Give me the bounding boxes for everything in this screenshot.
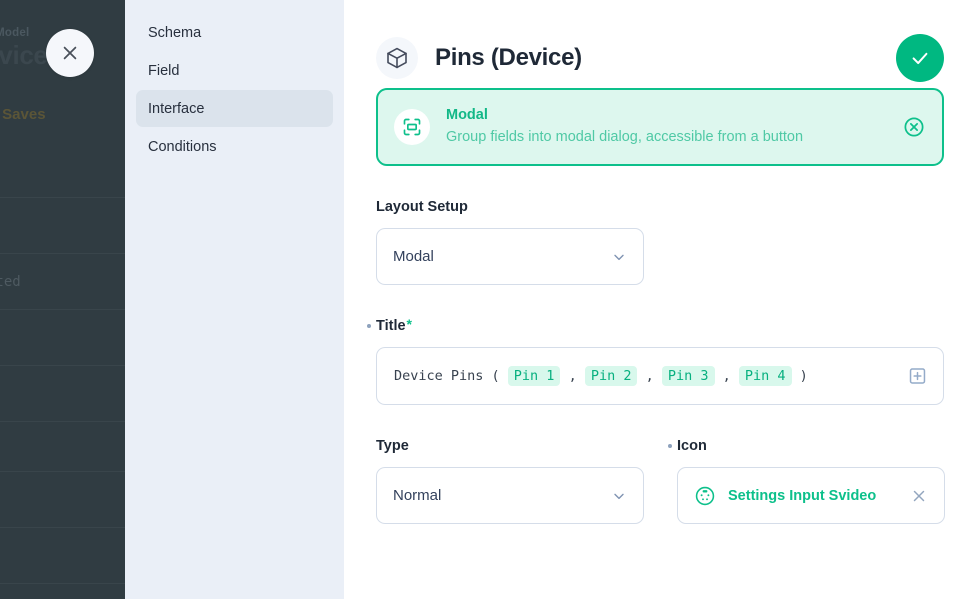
confirm-button[interactable] [896,33,944,82]
selected-interface-card[interactable]: Modal Group fields into modal dialog, ac… [376,88,944,166]
layout-setup-select[interactable]: Modal [376,228,644,285]
required-asterisk: * [406,316,412,332]
type-label-text: Type [376,438,409,454]
title-text-segment: , [560,368,585,384]
title-text-segment: , [637,368,662,384]
icon-value: Settings Input Svideo [728,487,877,504]
title-token[interactable]: Pin 2 [584,366,638,386]
title-token[interactable]: Pin 3 [661,366,715,386]
plus-square-icon [909,368,926,384]
field-row: d [0,142,125,198]
selected-interface-description: Group fields into modal dialog, accessib… [446,129,804,146]
page-title: Device [0,40,48,70]
sidebar-item-schema[interactable]: Schema [136,14,333,51]
layout-setup-label-text: Layout Setup [376,199,468,215]
layout-setup-label: Layout Setup [376,198,944,216]
dimmed-background-page: Data Model Device & LayoutSaves dtatus at… [0,0,125,599]
field-row: pin_1* [0,472,125,528]
panel-header: Pins (Device) [344,0,976,88]
cube-icon [376,36,418,79]
section-save-status: Saves [2,106,46,123]
check-icon [912,52,928,64]
title-input[interactable]: Device Pins ( Pin 1 , Pin 2 , Pin 3 , Pi… [376,347,944,405]
breadcrumb: Data Model [0,27,30,39]
clear-icon-button[interactable] [910,487,928,505]
chevron-down-icon [611,249,627,265]
close-circle-icon [904,117,924,137]
title-label: Title * [367,316,944,335]
interface-editor-screen: Data Model Device & LayoutSaves dtatus at… [0,0,976,599]
field-group-row: ins [0,422,125,472]
icon-label: Icon [668,437,945,455]
icon-field: Icon Settings Input Svideo [668,437,945,524]
title-text-segment: Device Pins ( [394,368,508,384]
close-icon [913,490,925,501]
title-token[interactable]: Pin 4 [738,366,792,386]
type-icon-row: Type Normal Icon Settings Input Svideo [376,437,945,524]
layout-setup-value: Modal [393,248,434,265]
title-label-text: Title [376,318,406,334]
sidebar-item-label: Field [148,62,180,79]
bound-indicator-dot [367,324,371,328]
add-variable-button[interactable] [907,366,928,387]
field-row: pin_3* [0,584,125,599]
clear-interface-button[interactable] [902,115,926,139]
selected-interface-text: Modal Group fields into modal dialog, ac… [446,106,803,149]
close-icon [63,46,77,60]
settings-input-svideo-icon [694,485,716,507]
field-row-label: ate_created [0,274,21,290]
layout-setup-field: Layout Setup Modal [376,198,944,285]
field-row: ate_created [0,254,125,310]
sidebar-item-label: Schema [148,24,202,41]
title-text-segment: ) [791,368,808,384]
close-drawer-button[interactable] [46,29,94,77]
field-list: dtatus ate_createdameonlineinspin_1*pin_2… [0,142,125,599]
sidebar-item-label: Conditions [148,138,217,155]
field-row: pin_2* [0,528,125,584]
dimmed-page-content: Data Model Device & LayoutSaves dtatus at… [0,0,125,599]
field-row: online [0,366,125,422]
panel-title: Pins (Device) [435,43,582,71]
title-text-segment: , [714,368,739,384]
section-heading-row: & LayoutSaves [0,106,46,123]
chevron-down-icon [611,488,627,504]
title-field: Title * Device Pins ( Pin 1 , Pin 2 , Pi… [367,316,944,405]
sidebar-item-interface[interactable]: Interface [136,90,333,127]
panel-body: Modal Group fields into modal dialog, ac… [344,88,976,524]
sidebar-item-conditions[interactable]: Conditions [136,128,333,165]
type-field: Type Normal [376,437,644,524]
icon-label-text: Icon [677,438,707,454]
title-token[interactable]: Pin 1 [507,366,561,386]
field-row: ame [0,310,125,366]
sidebar-item-label: Interface [148,100,205,117]
type-value: Normal [393,487,442,504]
field-row: tatus [0,198,125,254]
sidebar-item-field[interactable]: Field [136,52,333,89]
scan-focus-icon [394,109,430,145]
bound-indicator-dot [668,444,672,448]
type-label: Type [376,437,644,455]
icon-picker[interactable]: Settings Input Svideo [677,467,945,524]
type-select[interactable]: Normal [376,467,644,524]
selected-interface-title: Modal [446,106,488,123]
settings-sidebar: Schema Field Interface Conditions [125,0,344,599]
interface-panel: Pins (Device) Modal Group fields into mo… [344,0,976,599]
